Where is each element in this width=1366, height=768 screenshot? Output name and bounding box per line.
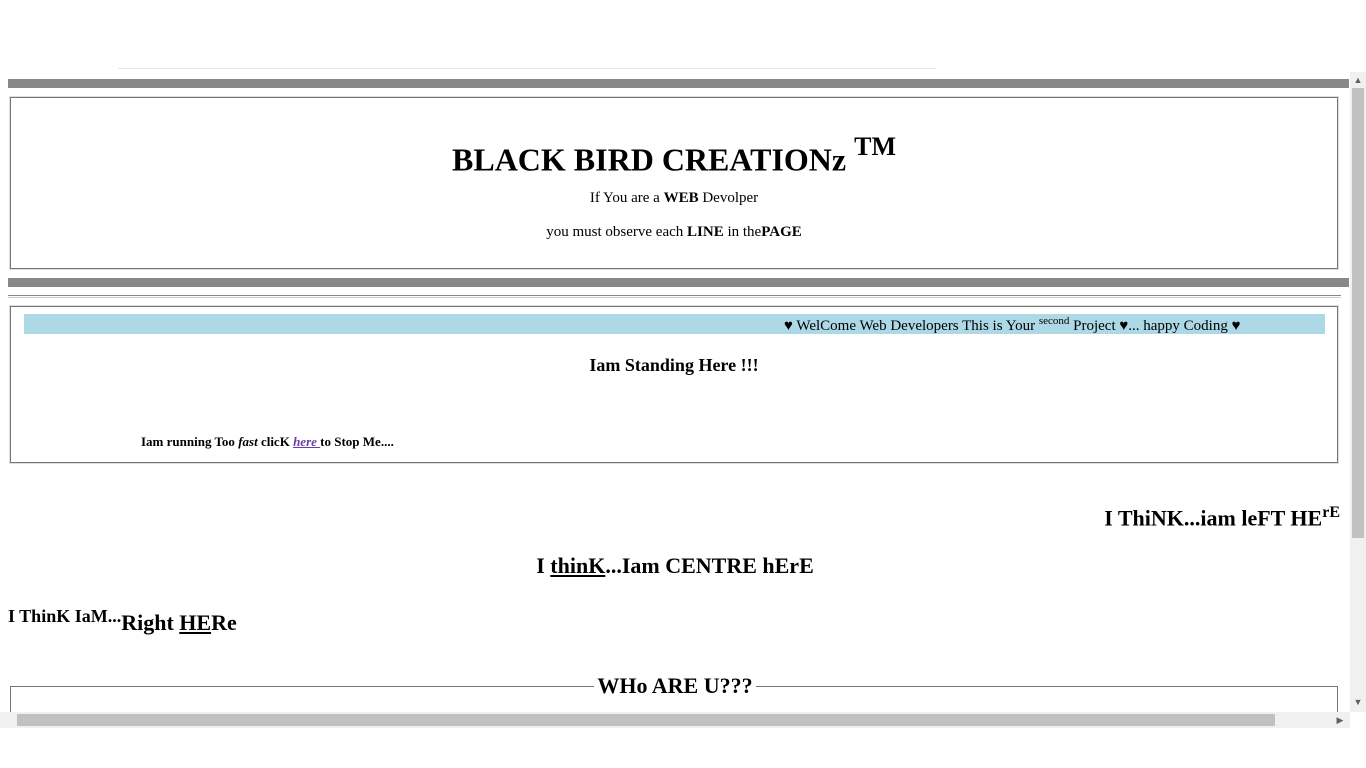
running-d: to Stop Me.... [320,434,394,449]
intro-2-d: PAGE [761,224,802,240]
page-viewport: BLACK BIRD CREATIONz TM If You are a WEB… [0,72,1350,712]
left-here-heading: I ThiNK...iam leFT HErE [1104,504,1340,531]
right-a: Right [121,610,180,635]
standing-text: Iam Standing Here !!! [589,355,759,375]
vertical-scroll-thumb[interactable] [1352,88,1364,538]
right-here-heading: I ThinK IaM...Right HERe [8,602,237,635]
horizontal-scroll-thumb[interactable] [17,714,1275,726]
scroll-down-icon[interactable]: ▼ [1350,694,1366,710]
page-title: BLACK BIRD CREATIONz TM [11,132,1337,179]
intro-line-2: you must observe each LINE in thePAGE [11,224,1337,241]
intro-2-c: in the [723,224,762,240]
right-he: HE [179,610,212,635]
right-here-small: I ThinK IaM... [8,606,122,626]
marquee-box: ♥ WelCome Web Developers This is Your se… [10,306,1338,463]
right-here-big: Right HERe [121,610,237,635]
trademark: TM [854,132,896,161]
intro-line-1: If You are a WEB Devolper [11,190,1337,207]
centre-c: ...Iam CENTRE hErE [605,553,814,578]
header-box: BLACK BIRD CREATIONz TM If You are a WEB… [10,97,1338,269]
who-text: WHo ARE U??? [594,673,756,698]
marquee-text-b: Project ♥... happy Coding ♥ [1069,318,1241,334]
centre-think: thinK [550,553,606,578]
running-c: clicK [257,434,294,449]
intro-1-a: If You are a [589,190,664,206]
welcome-marquee: ♥ WelCome Web Developers This is Your se… [24,314,1325,334]
scroll-right-icon[interactable]: ▶ [1332,712,1348,728]
marquee-sup: second [1038,315,1070,327]
title-text: BLACK BIRD CREATIONz [452,141,855,178]
intro-1-c: Devolper [698,190,759,206]
running-text: Iam running Too fast clicK here to Stop … [141,434,394,450]
intro-1-b: WEB [663,190,699,206]
thick-rule-top [8,79,1349,88]
left-here-text: I ThiNK...iam leFT HE [1104,505,1323,531]
vertical-scrollbar[interactable]: ▲ ▼ [1350,72,1366,712]
horizontal-scrollbar[interactable]: ▶ [0,712,1350,728]
intro-2-b: LINE [687,224,724,240]
stop-link[interactable]: here [293,434,320,449]
left-here-sup: rE [1322,504,1340,521]
thick-rule-middle [8,278,1349,287]
running-fast: fast [238,434,258,449]
marquee-text: ♥ WelCome Web Developers This is Your se… [784,315,1241,334]
centre-here-heading: I thinK...Iam CENTRE hErE [0,553,1350,579]
intro-2-a: you must observe each [546,224,688,240]
right-re: Re [211,610,237,635]
who-legend: WHo ARE U??? [0,673,1350,699]
thin-rule [8,295,1341,298]
centre-a: I [536,553,551,578]
marquee-text-a: ♥ WelCome Web Developers This is Your [784,318,1039,334]
scroll-up-icon[interactable]: ▲ [1350,72,1366,88]
running-a: Iam running Too [141,434,239,449]
address-bar-divider [118,68,936,69]
